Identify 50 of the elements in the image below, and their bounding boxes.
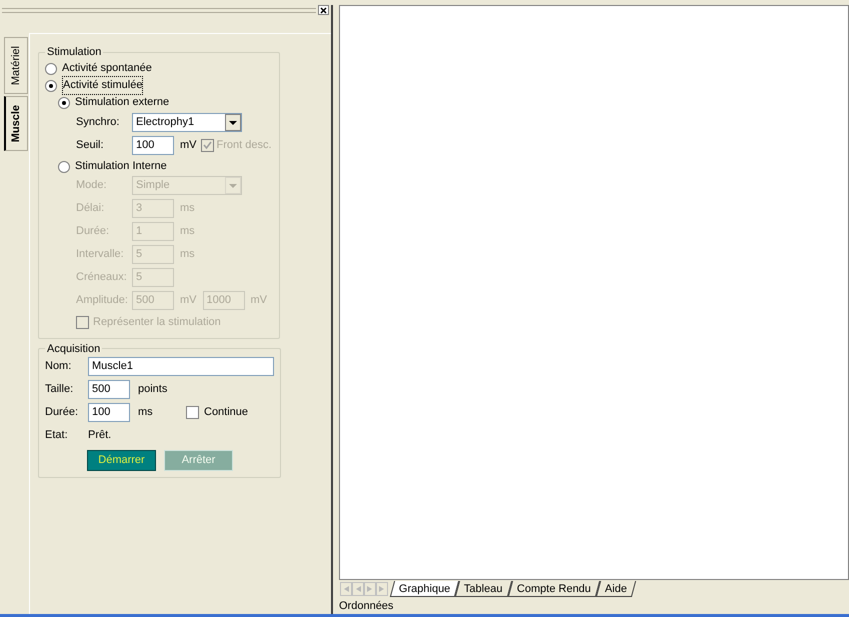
side-tab[interactable]: Matériel: [4, 37, 28, 94]
input-field[interactable]: 100: [132, 136, 174, 155]
radio-button[interactable]: [45, 80, 57, 92]
field-label: Intervalle:: [76, 247, 125, 262]
checkbox[interactable]: [186, 406, 199, 419]
close-icon[interactable]: [318, 5, 329, 15]
radio-label: Stimulation externe: [75, 95, 170, 110]
input-field[interactable]: 500: [88, 380, 130, 399]
field-label: Synchro:: [76, 115, 120, 130]
field-label: Etat:: [45, 428, 69, 444]
checkbox-label: Continue: [204, 405, 248, 420]
input-field[interactable]: 100: [88, 403, 130, 422]
radio-label: Stimulation Interne: [75, 159, 167, 174]
status-text: Prêt.: [88, 428, 112, 444]
radio-button[interactable]: [58, 96, 70, 108]
sheet-tab[interactable]: Tableau: [455, 581, 512, 597]
action-button[interactable]: Démarrer: [87, 450, 156, 471]
input-field[interactable]: Muscle1: [88, 357, 274, 376]
field-label: Durée:: [45, 405, 80, 420]
checkbox-label: Représenter la stimulation: [93, 315, 221, 330]
dropdown[interactable]: Electrophy1: [132, 113, 242, 132]
side-tab[interactable]: Muscle: [4, 96, 28, 152]
unit-label: mV: [250, 293, 267, 308]
sheet-tab[interactable]: Compte Rendu: [508, 581, 600, 597]
field-label: Taille:: [45, 382, 74, 398]
unit-label: ms: [180, 201, 195, 216]
field-label: Mode:: [76, 178, 108, 194]
field-label: Durée:: [76, 224, 110, 240]
unit-label: ms: [180, 247, 195, 262]
field-label: Délai:: [76, 201, 106, 216]
sheet-tab[interactable]: Aide: [596, 581, 636, 597]
checkbox-label: Front desc.: [216, 138, 272, 154]
radio-button[interactable]: [45, 62, 57, 74]
caret-icon: [225, 114, 241, 131]
field-label: Seuil:: [76, 138, 105, 154]
unit-label: mV: [180, 293, 196, 308]
group-title: Stimulation: [46, 45, 102, 60]
status-text: Ordonnées: [339, 599, 394, 614]
field-label: Créneaux:: [76, 270, 128, 286]
radio-label: Activité spontanée: [62, 61, 152, 76]
unit-label: ms: [138, 405, 154, 420]
sheet-tab[interactable]: Graphique: [390, 581, 460, 597]
unit-label: mV: [180, 138, 196, 154]
unit-label: points: [138, 382, 168, 398]
radio-label: Activité stimulée: [62, 76, 144, 95]
caret-icon: [225, 177, 241, 194]
field-label: Nom:: [45, 359, 72, 374]
unit-label: ms: [180, 224, 195, 240]
field-label: Amplitude:: [76, 293, 129, 308]
group-title: Acquisition: [46, 342, 102, 356]
